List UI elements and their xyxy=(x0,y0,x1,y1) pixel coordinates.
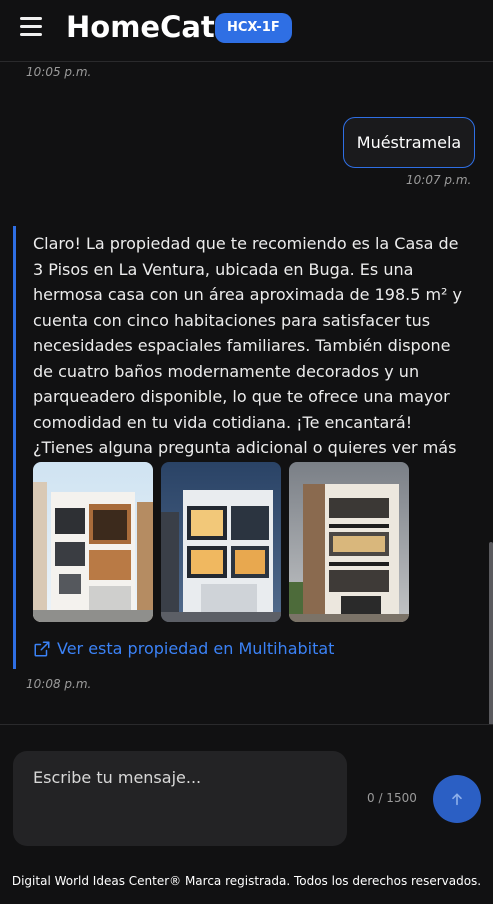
bot-message: Claro! La propiedad que te recomiendo es… xyxy=(13,226,483,669)
hamburger-menu-icon[interactable] xyxy=(20,15,44,37)
property-photo-2[interactable] xyxy=(161,462,281,622)
chat-area[interactable]: 10:05 p.m. Muéstramela 10:07 p.m. Claro!… xyxy=(0,62,493,724)
house-image xyxy=(33,462,153,622)
property-photo-1[interactable] xyxy=(33,462,153,622)
message-timestamp: 10:07 p.m. xyxy=(406,173,472,187)
house-image xyxy=(289,462,409,622)
house-image xyxy=(161,462,281,622)
footer-copyright: Digital World Ideas Center® Marca regist… xyxy=(11,874,482,888)
external-link-icon xyxy=(34,641,50,656)
message-input[interactable] xyxy=(13,751,347,846)
bot-message-text: Claro! La propiedad que te recomiendo es… xyxy=(33,234,463,483)
message-timestamp: 10:05 p.m. xyxy=(26,65,92,79)
view-property-link-text: Ver esta propiedad en Multihabitat xyxy=(57,639,335,658)
view-property-link[interactable]: Ver esta propiedad en Multihabitat xyxy=(33,639,334,658)
app-title: HomeCat xyxy=(66,10,215,44)
character-counter: 0 / 1500 xyxy=(367,791,417,805)
model-badge: HCX-1F xyxy=(215,13,292,43)
message-timestamp: 10:08 p.m. xyxy=(26,677,92,691)
message-composer: 0 / 1500 Digital World Ideas Center® Mar… xyxy=(0,724,493,904)
app-header: HomeCat HCX-1F xyxy=(0,0,493,62)
property-photos xyxy=(33,462,409,622)
property-photo-3[interactable] xyxy=(289,462,409,622)
send-button[interactable] xyxy=(433,775,481,823)
user-message-bubble: Muéstramela xyxy=(343,117,475,168)
arrow-up-icon xyxy=(452,793,462,806)
chat-scrollbar[interactable] xyxy=(489,542,493,724)
